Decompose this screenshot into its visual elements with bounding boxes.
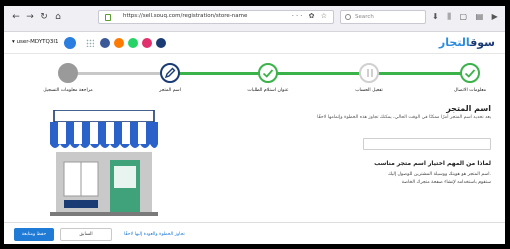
page-title: اسم المتجر: [446, 104, 491, 113]
souq-logo[interactable]: سوقالتجار: [439, 36, 495, 49]
store-name-input[interactable]: [363, 138, 491, 150]
step-label-contact-info: معلومات الاتصال: [453, 88, 487, 93]
avatar[interactable]: [64, 37, 76, 49]
page-subtitle: يعد تحديد اسم المتجر أمرًا ممكنًا في الو…: [317, 115, 491, 120]
logo-accent: التجار: [438, 36, 471, 49]
step-activate-account: [359, 63, 379, 83]
checkmark-icon: [464, 69, 476, 78]
why-line: اسم المتجر هو هويتك ووسيلة المشترين للوص…: [388, 172, 491, 177]
step-store-name: [160, 63, 180, 83]
step-contact-info: [460, 63, 480, 83]
why-heading: لماذا من المهم اختيار اسم متجر مناسب: [374, 160, 491, 167]
why-line: ستقوم باستخدامه لإنشاء صفحة متجرك الخاصة: [401, 180, 491, 185]
store-name-form: اسم المتجر يعد تحديد اسم المتجر أمرًا مم…: [4, 100, 505, 222]
browser-search-input[interactable]: Search: [340, 10, 426, 24]
step-label-review: مراجعة معلومات التسجيل: [43, 88, 93, 93]
pencil-icon: [164, 67, 176, 79]
whatsapp-icon[interactable]: [128, 38, 138, 48]
stepper-line-upcoming: [64, 72, 170, 75]
save-continue-button[interactable]: حفظ ومتابعة: [14, 228, 54, 241]
form-footer: حفظ ومتابعة السابق تجاوز الخطوة والعودة …: [4, 222, 505, 244]
browser-toolbar: ← → ↻ ⌂ https://sell.souq.com/registrati…: [4, 6, 505, 32]
rss-icon[interactable]: [114, 38, 124, 48]
user-menu[interactable]: ▾ user-MDYTQ3I1: [12, 39, 59, 45]
checkmark-icon: [262, 69, 274, 78]
instagram-icon[interactable]: [142, 38, 152, 48]
url-bar[interactable]: https://sell.souq.com/registration/store…: [98, 10, 334, 24]
back-icon[interactable]: ←: [10, 11, 22, 23]
pause-icon-bar-right: [371, 69, 373, 77]
step-label-pickup-address: عنوان استلام الطلبات: [247, 88, 289, 93]
step-label-activate-account: تفعيل الحساب: [355, 88, 383, 93]
previous-button[interactable]: السابق: [60, 228, 112, 241]
browser-toolbar-icons[interactable]: ⬇ ⫼ ▢ ▤ ▶ ☰: [432, 12, 505, 22]
storefront-illustration: [50, 110, 158, 216]
search-placeholder: Search: [355, 14, 374, 20]
registration-stepper: معلومات الاتصال تفعيل الحساب عنوان استلا…: [4, 54, 505, 100]
search-icon: [345, 14, 351, 20]
stepper-line-done: [170, 72, 470, 75]
lock-icon: [105, 14, 111, 21]
step-label-store-name: اسم المتجر: [159, 88, 181, 93]
logo-main: سوق: [470, 36, 495, 49]
url-text: https://sell.souq.com/registration/store…: [123, 13, 248, 19]
forward-icon[interactable]: →: [24, 11, 36, 23]
facebook-icon[interactable]: [100, 38, 110, 48]
reload-icon[interactable]: ↻: [38, 11, 50, 23]
profile-icon[interactable]: [156, 38, 166, 48]
step-review: [58, 63, 78, 83]
home-icon[interactable]: ⌂: [52, 11, 64, 23]
app-header: ▾ user-MDYTQ3I1 سوقالتجار: [4, 32, 505, 54]
url-actions[interactable]: ··· ✿ ☆: [292, 12, 329, 20]
step-pickup-address: [258, 63, 278, 83]
apps-grid-icon[interactable]: [86, 39, 94, 47]
screen: ← → ↻ ⌂ https://sell.souq.com/registrati…: [4, 6, 505, 244]
skip-step-link[interactable]: تجاوز الخطوة والعودة إليها لاحقًا: [124, 232, 185, 237]
pause-icon-bar-left: [367, 69, 369, 77]
